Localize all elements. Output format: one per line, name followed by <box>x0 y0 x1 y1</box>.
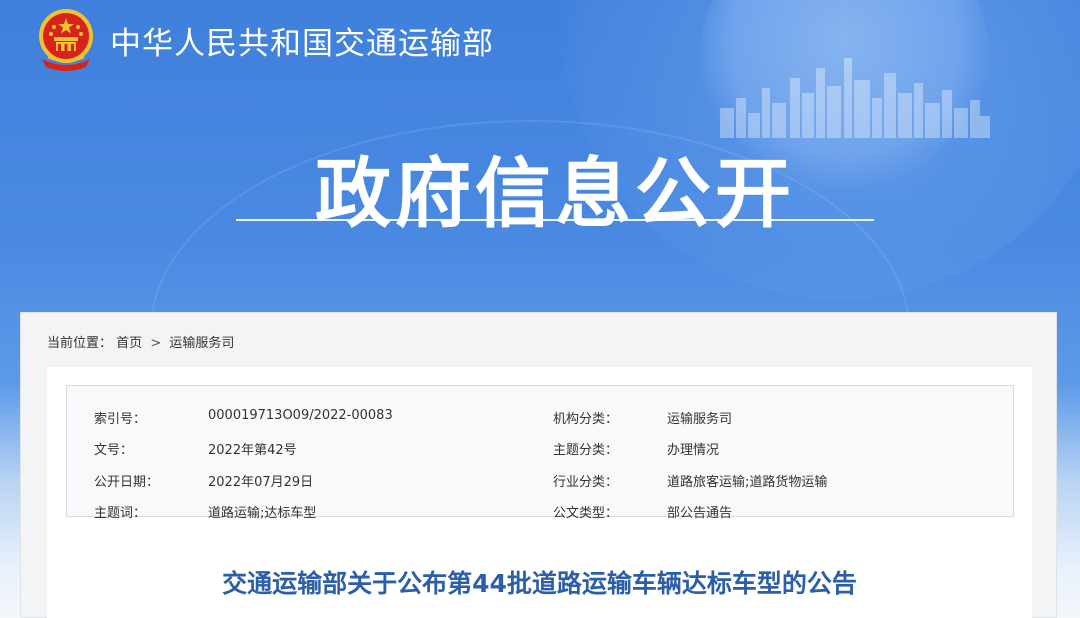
meta-value: 道路运输;达标车型 <box>208 506 317 521</box>
meta-key: 主题词： <box>94 506 147 521</box>
meta-key: 文号： <box>94 443 134 458</box>
page: 中华人民共和国交通运输部 政府信息公开 当前位置： 首页 > 运输服务司 索引号… <box>0 0 1080 618</box>
metadata-row: 索引号： 000019713O09/2022-00083 机构分类： 运输服务司 <box>67 400 1013 432</box>
breadcrumb-label: 当前位置： <box>47 336 113 351</box>
meta-key: 主题分类： <box>553 443 619 458</box>
meta-key: 公文类型： <box>553 506 619 521</box>
city-skyline-graphic <box>720 58 990 138</box>
meta-value: 000019713O09/2022-00083 <box>208 408 393 423</box>
meta-value: 运输服务司 <box>667 412 733 427</box>
meta-value: 2022年第42号 <box>208 443 297 458</box>
breadcrumb-item-home[interactable]: 首页 <box>116 332 142 351</box>
metadata-row: 公开日期： 2022年07月29日 行业分类： 道路旅客运输;道路货物运输 <box>67 463 1013 495</box>
national-emblem-icon <box>39 9 93 71</box>
meta-value: 部公告通告 <box>667 506 733 521</box>
document-title: 交通运输部关于公布第44批道路运输车辆达标车型的公告 <box>222 569 857 598</box>
meta-key: 机构分类： <box>553 412 619 427</box>
metadata-row: 文号： 2022年第42号 主题分类： 办理情况 <box>67 431 1013 463</box>
breadcrumb: 当前位置： 首页 > 运输服务司 <box>47 332 234 351</box>
metadata-row: 主题词： 道路运输;达标车型 公文类型： 部公告通告 <box>67 494 1013 526</box>
hero-title: 政府信息公开 <box>315 149 795 238</box>
meta-key: 公开日期： <box>94 475 160 490</box>
metadata-table: 索引号： 000019713O09/2022-00083 机构分类： 运输服务司… <box>66 385 1014 521</box>
hero-underline <box>236 219 874 221</box>
meta-key: 索引号： <box>94 412 147 427</box>
ministry-name[interactable]: 中华人民共和国交通运输部 <box>110 18 494 63</box>
content-card: 当前位置： 首页 > 运输服务司 索引号： 000019713O09/2022-… <box>20 312 1057 618</box>
meta-value: 办理情况 <box>667 443 720 458</box>
meta-key: 行业分类： <box>553 475 619 490</box>
meta-value: 2022年07月29日 <box>208 475 314 490</box>
breadcrumb-item-department[interactable]: 运输服务司 <box>169 332 234 351</box>
meta-value: 道路旅客运输;道路货物运输 <box>667 475 828 490</box>
article-panel: 索引号： 000019713O09/2022-00083 机构分类： 运输服务司… <box>47 367 1032 618</box>
breadcrumb-separator: > <box>150 336 162 351</box>
